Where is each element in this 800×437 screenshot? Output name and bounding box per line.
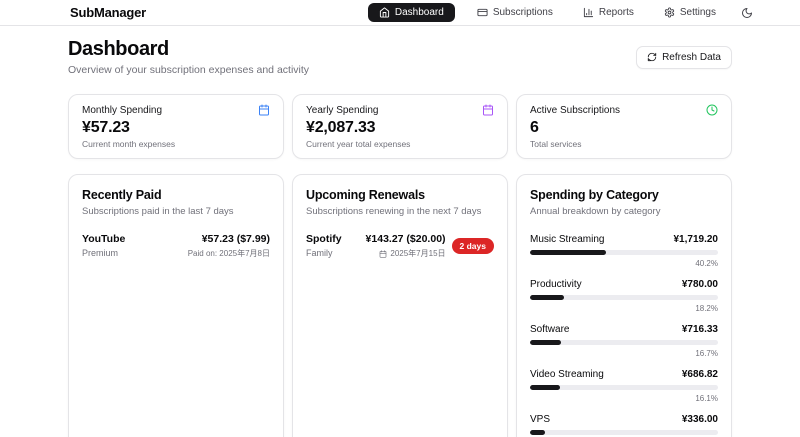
card-title: Upcoming Renewals bbox=[306, 188, 494, 202]
subscription-plan: Premium bbox=[82, 248, 125, 258]
clock-icon bbox=[706, 104, 718, 116]
calendar-icon bbox=[258, 104, 270, 116]
moon-icon bbox=[741, 7, 753, 19]
subscription-amount: ¥143.27 ($20.00) bbox=[366, 233, 446, 245]
calendar-icon bbox=[379, 250, 387, 258]
progress-bar bbox=[530, 340, 718, 345]
page-header: Dashboard Overview of your subscription … bbox=[68, 38, 732, 76]
app-logo: SubManager bbox=[70, 5, 146, 20]
refresh-icon bbox=[647, 52, 657, 62]
subscription-amount: ¥57.23 ($7.99) bbox=[188, 233, 270, 245]
content-row: Recently Paid Subscriptions paid in the … bbox=[68, 174, 732, 437]
bar-chart-icon bbox=[583, 7, 594, 18]
stat-title: Active Subscriptions bbox=[530, 105, 620, 116]
calendar-icon bbox=[482, 104, 494, 116]
category-amount: ¥336.00 bbox=[682, 414, 718, 425]
category-amount: ¥716.33 bbox=[682, 324, 718, 335]
page-title: Dashboard bbox=[68, 38, 309, 61]
upcoming-renewals-card: Upcoming Renewals Subscriptions renewing… bbox=[292, 174, 508, 437]
category-percent: 18.2% bbox=[530, 304, 718, 313]
stat-caption: Current month expenses bbox=[82, 139, 270, 149]
recently-paid-card: Recently Paid Subscriptions paid in the … bbox=[68, 174, 284, 437]
stat-title: Monthly Spending bbox=[82, 105, 162, 116]
nav-label: Reports bbox=[599, 7, 634, 18]
nav-item-dashboard[interactable]: Dashboard bbox=[368, 3, 455, 22]
subscription-name: Spotify bbox=[306, 233, 342, 245]
category-row: Music Streaming ¥1,719.20 40.2% bbox=[530, 229, 718, 274]
card-subtitle: Subscriptions renewing in the next 7 day… bbox=[306, 206, 494, 217]
nav-item-settings[interactable]: Settings bbox=[656, 3, 724, 22]
nav-label: Dashboard bbox=[395, 7, 444, 18]
progress-bar bbox=[530, 250, 718, 255]
category-row: Video Streaming ¥686.82 16.1% bbox=[530, 364, 718, 409]
category-name: Music Streaming bbox=[530, 234, 604, 245]
category-amount: ¥686.82 bbox=[682, 369, 718, 380]
card-title: Spending by Category bbox=[530, 188, 718, 202]
renewal-date: 2025年7月15日 bbox=[390, 248, 445, 259]
category-row: Productivity ¥780.00 18.2% bbox=[530, 274, 718, 319]
progress-bar bbox=[530, 430, 718, 435]
nav-label: Subscriptions bbox=[493, 7, 553, 18]
stat-card-active-subscriptions: Active Subscriptions 6 Total services bbox=[516, 94, 732, 159]
card-title: Recently Paid bbox=[82, 188, 270, 202]
category-percent: 40.2% bbox=[530, 259, 718, 268]
card-subtitle: Annual breakdown by category bbox=[530, 206, 718, 217]
nav-item-subscriptions[interactable]: Subscriptions bbox=[469, 3, 561, 22]
spending-by-category-card: Spending by Category Annual breakdown by… bbox=[516, 174, 732, 437]
stat-card-yearly-spending: Yearly Spending ¥2,087.33 Current year t… bbox=[292, 94, 508, 159]
top-navigation: SubManager Dashboard Subscriptions Repor… bbox=[0, 0, 800, 26]
category-amount: ¥1,719.20 bbox=[674, 234, 719, 245]
category-percent: 16.1% bbox=[530, 394, 718, 403]
progress-bar bbox=[530, 295, 718, 300]
stat-caption: Total services bbox=[530, 139, 718, 149]
gear-icon bbox=[664, 7, 675, 18]
category-name: Video Streaming bbox=[530, 369, 604, 380]
nav-item-reports[interactable]: Reports bbox=[575, 3, 642, 22]
stat-value: 6 bbox=[530, 119, 718, 137]
stat-card-monthly-spending: Monthly Spending ¥57.23 Current month ex… bbox=[68, 94, 284, 159]
refresh-data-button[interactable]: Refresh Data bbox=[636, 46, 732, 69]
credit-card-icon bbox=[477, 7, 488, 18]
category-row: Software ¥716.33 16.7% bbox=[530, 319, 718, 364]
list-item: YouTube Premium ¥57.23 ($7.99) Paid on: … bbox=[82, 233, 270, 259]
dashboard-main: Dashboard Overview of your subscription … bbox=[68, 26, 732, 437]
paid-on-date: Paid on: 2025年7月8日 bbox=[188, 248, 270, 259]
refresh-label: Refresh Data bbox=[662, 52, 721, 63]
card-subtitle: Subscriptions paid in the last 7 days bbox=[82, 206, 270, 217]
theme-toggle-button[interactable] bbox=[738, 4, 756, 22]
stat-value: ¥2,087.33 bbox=[306, 119, 494, 137]
nav-menu: Dashboard Subscriptions Reports Settings bbox=[368, 3, 756, 22]
nav-label: Settings bbox=[680, 7, 716, 18]
category-name: Productivity bbox=[530, 279, 582, 290]
category-amount: ¥780.00 bbox=[682, 279, 718, 290]
stat-value: ¥57.23 bbox=[82, 119, 270, 137]
subscription-name: YouTube bbox=[82, 233, 125, 245]
stat-caption: Current year total expenses bbox=[306, 139, 494, 149]
home-icon bbox=[379, 7, 390, 18]
days-remaining-badge: 2 days bbox=[452, 238, 494, 254]
progress-bar bbox=[530, 385, 718, 390]
category-name: Software bbox=[530, 324, 569, 335]
subscription-plan: Family bbox=[306, 248, 342, 258]
category-row: VPS ¥336.00 7.9% bbox=[530, 409, 718, 437]
stats-row: Monthly Spending ¥57.23 Current month ex… bbox=[68, 94, 732, 159]
category-name: VPS bbox=[530, 414, 550, 425]
category-percent: 16.7% bbox=[530, 349, 718, 358]
list-item: Spotify Family ¥143.27 ($20.00) 2025年7月1… bbox=[306, 233, 494, 259]
stat-title: Yearly Spending bbox=[306, 105, 378, 116]
category-bar-list: Music Streaming ¥1,719.20 40.2% Producti… bbox=[530, 229, 718, 437]
page-subtitle: Overview of your subscription expenses a… bbox=[68, 64, 309, 76]
